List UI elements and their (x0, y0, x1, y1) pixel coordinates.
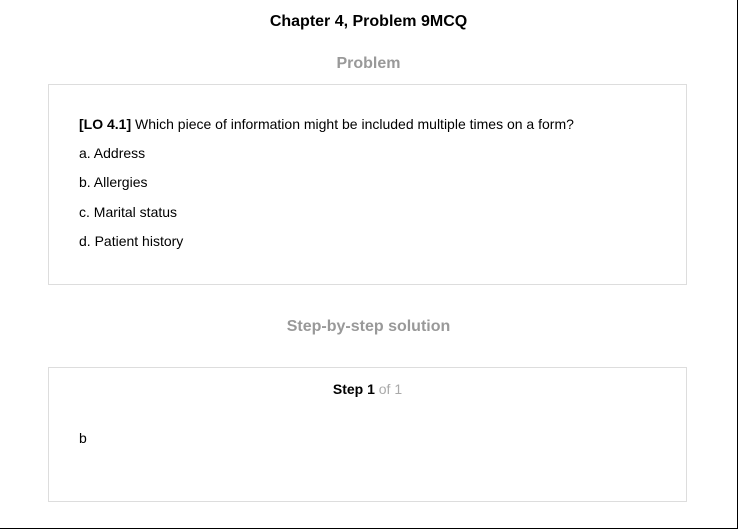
answer-options: a. Address b. Allergies c. Marital statu… (79, 145, 183, 262)
step-number: Step 1 (332, 381, 375, 397)
solution-answer: b (79, 430, 87, 446)
step-total: of 1 (374, 381, 403, 397)
solution-heading: Step-by-step solution (286, 318, 451, 335)
learning-objective-tag: [LO 4.1] (79, 116, 132, 132)
step-indicator: Step 1 of 1 (49, 381, 686, 397)
question-text: [LO 4.1] Which piece of information migh… (79, 116, 574, 132)
problem-card: [LO 4.1] Which piece of information migh… (48, 84, 687, 285)
question-body: Which piece of information might be incl… (131, 116, 574, 132)
page-title: Chapter 4, Problem 9MCQ (269, 13, 468, 30)
problem-heading: Problem (336, 55, 401, 72)
option-c: c. Marital status (79, 203, 178, 220)
option-a: a. Address (79, 145, 146, 161)
option-b: b. Allergies (79, 174, 148, 191)
option-d: d. Patient history (79, 232, 184, 249)
solution-card: Step 1 of 1 b (48, 367, 687, 502)
